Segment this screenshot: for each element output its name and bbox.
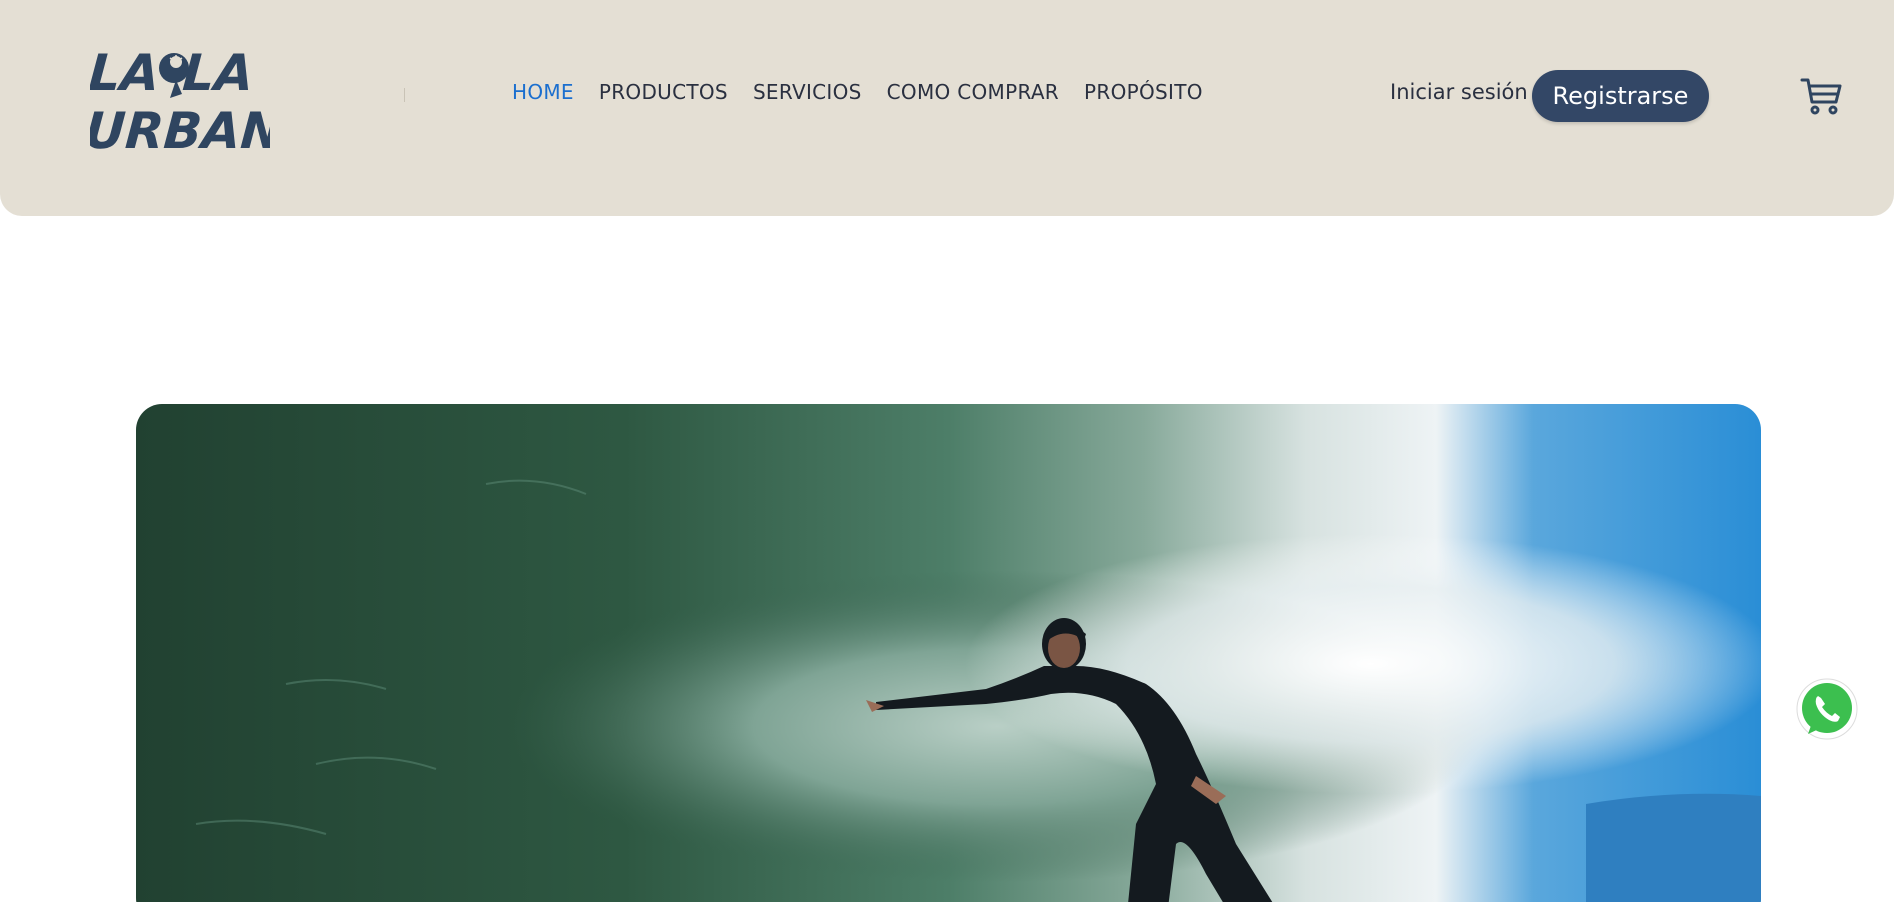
site-header: LA LA URBANA HOME PRODUCTOS SERVICIOS CO… [0, 0, 1894, 216]
page: LA LA URBANA HOME PRODUCTOS SERVICIOS CO… [0, 0, 1894, 902]
nav-item-proposito[interactable]: PROPÓSITO [1084, 80, 1203, 104]
svg-text:URBANA: URBANA [90, 102, 270, 158]
nav-item-servicios[interactable]: SERVICIOS [753, 80, 862, 104]
main-nav: HOME PRODUCTOS SERVICIOS COMO COMPRAR PR… [512, 80, 1203, 104]
nav-item-productos[interactable]: PRODUCTOS [599, 80, 728, 104]
shopping-cart-icon[interactable] [1800, 76, 1842, 116]
brand-logo-image: LA LA URBANA [90, 44, 270, 158]
svg-text:LA: LA [90, 44, 161, 102]
login-link[interactable]: Iniciar sesión [1390, 80, 1528, 104]
register-button[interactable]: Registrarse [1532, 70, 1709, 122]
brand-logo[interactable]: LA LA URBANA [90, 28, 270, 158]
nav-item-home[interactable]: HOME [512, 80, 574, 104]
header-divider [404, 88, 405, 102]
nav-item-como-comprar[interactable]: COMO COMPRAR [887, 80, 1059, 104]
svg-text:LA: LA [181, 44, 256, 102]
whatsapp-icon[interactable] [1794, 676, 1860, 742]
hero-image [136, 404, 1761, 902]
